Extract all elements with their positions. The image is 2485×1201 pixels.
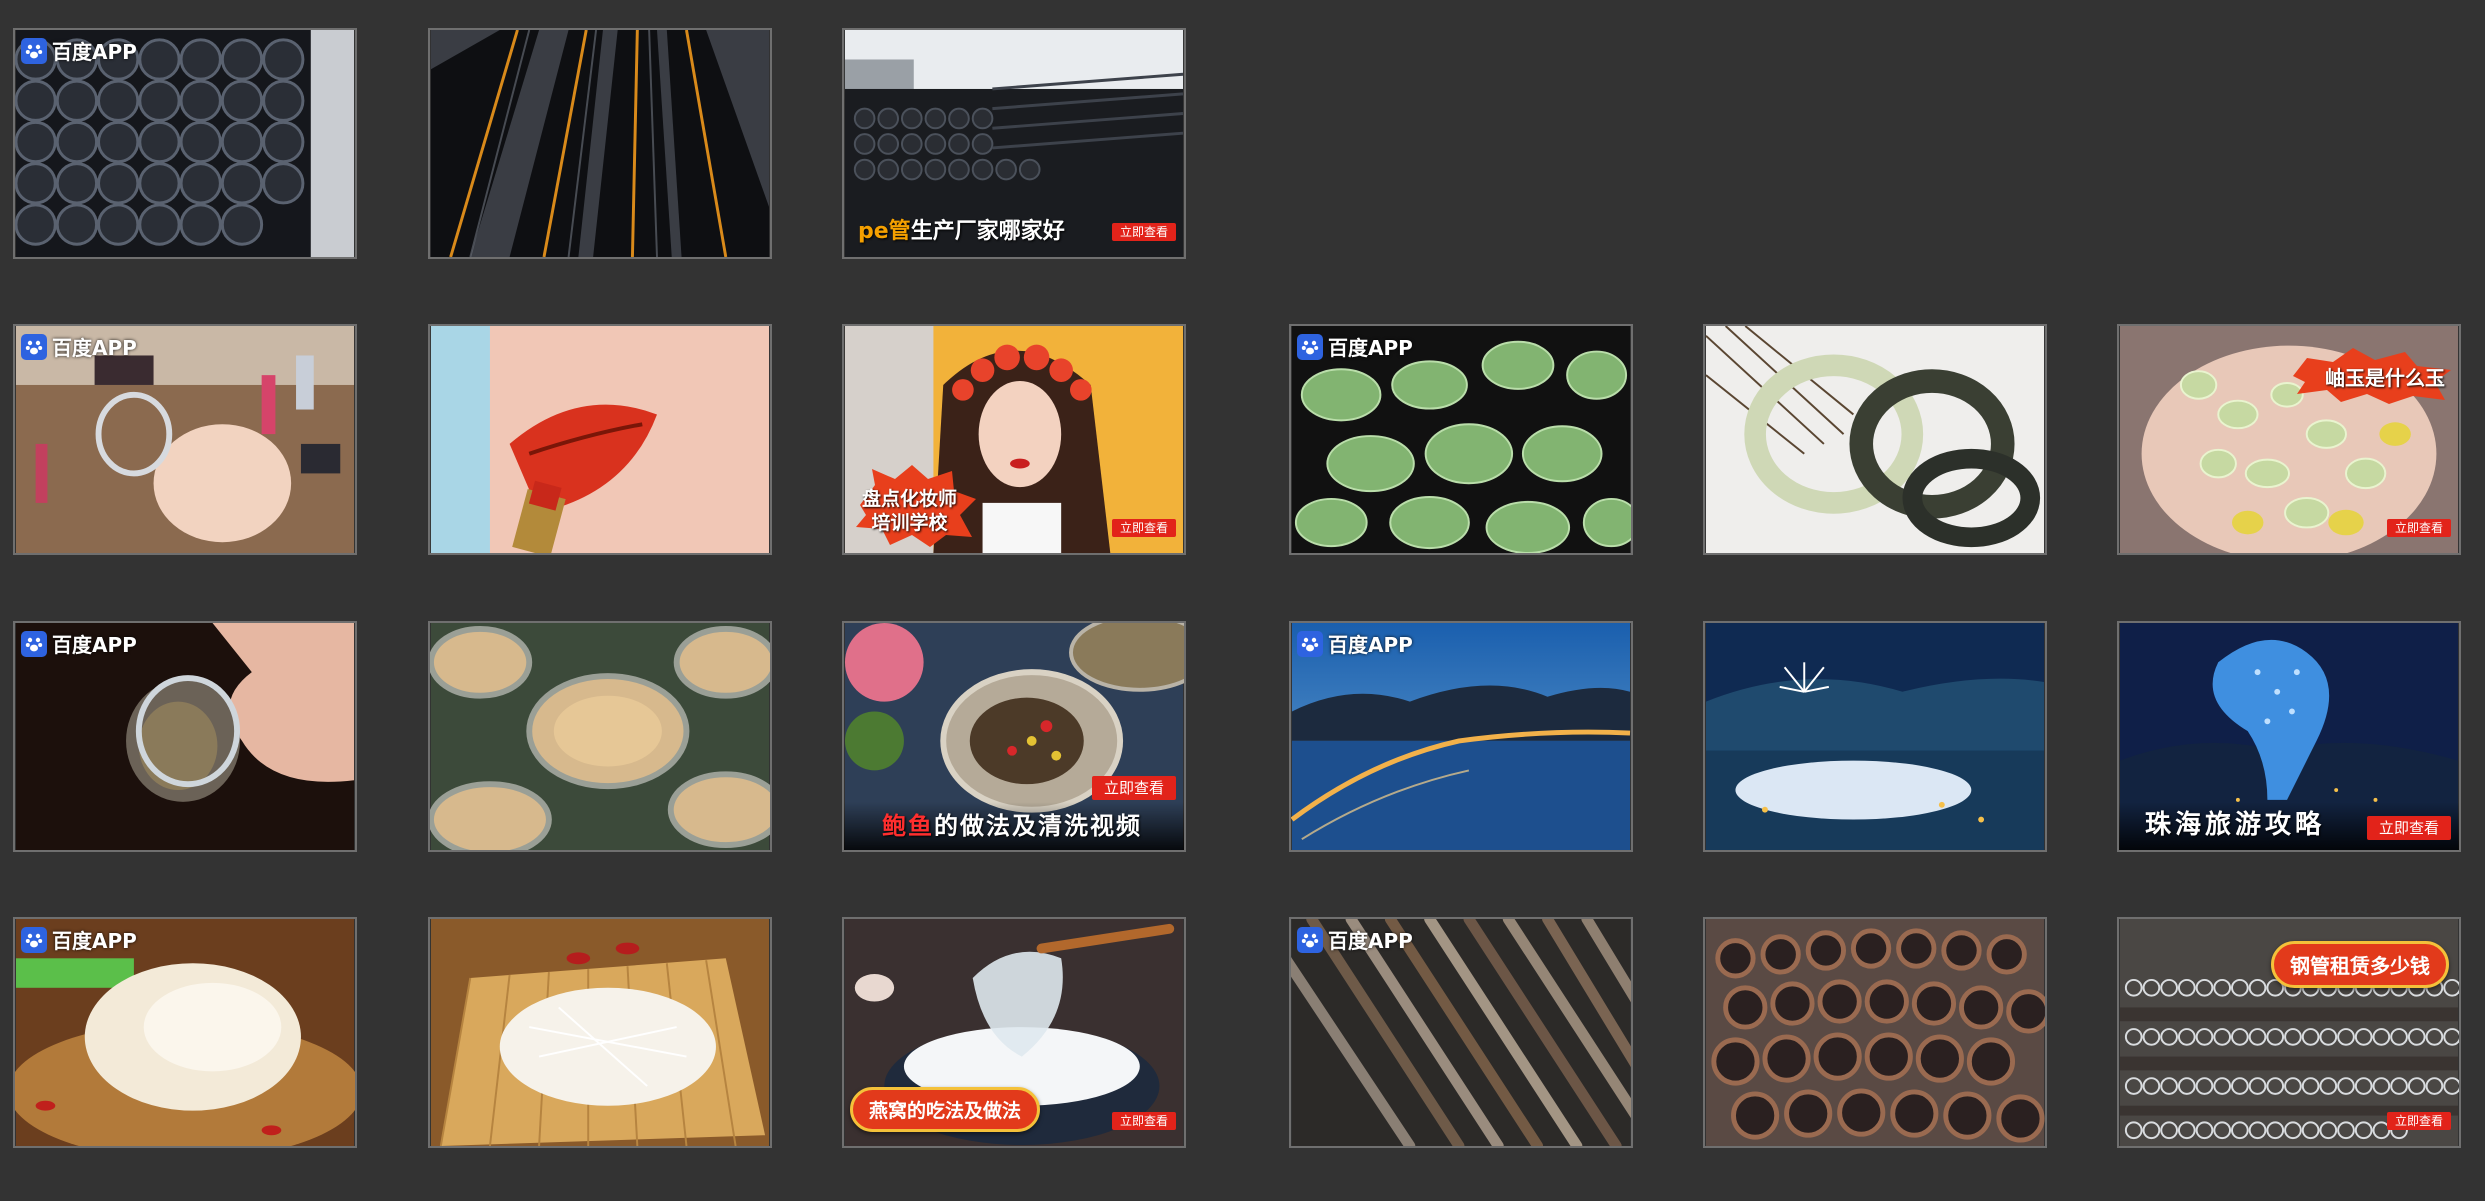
view-now-button[interactable]: 立即查看: [1111, 223, 1176, 241]
baidu-app-badge: 百度APP: [21, 36, 137, 65]
image-card-pe-pipes-2[interactable]: [428, 28, 772, 259]
image-card-birdnest-2[interactable]: [428, 917, 772, 1148]
image-card-birdnest-ad[interactable]: 燕窝的吃法及做法 立即查看: [842, 917, 1186, 1148]
baidu-app-badge: 百度APP: [1297, 629, 1413, 658]
birdnest-caption: 燕窝的吃法及做法: [850, 1087, 1041, 1132]
image-card-steel-pipes-ad[interactable]: 钢管租赁多少钱 立即查看: [2117, 917, 2461, 1148]
image-card-abalone-ad[interactable]: 立即查看 鲍鱼的做法及清洗视频: [842, 621, 1186, 852]
image-card-jade-2[interactable]: [1703, 324, 2047, 555]
baidu-paw-icon: [1297, 630, 1323, 657]
jade-caption: 岫玉是什么玉: [2325, 366, 2445, 390]
image-card-zhuhai-ad[interactable]: 珠海旅游攻略 立即查看: [2117, 621, 2461, 852]
baidu-app-label: 百度APP: [52, 336, 137, 360]
image-card-makeup-1[interactable]: 百度APP: [13, 324, 357, 555]
jade-bangle-image: [1705, 326, 2045, 553]
zhuhai-travel-caption: 珠海旅游攻略: [2145, 810, 2326, 840]
view-now-button[interactable]: 立即查看: [2386, 519, 2451, 537]
image-card-jade-ad[interactable]: 岫玉是什么玉 立即查看: [2117, 324, 2461, 555]
baidu-paw-icon: [21, 630, 47, 657]
image-card-zhuhai-1[interactable]: 百度APP: [1289, 621, 1633, 852]
image-card-birdnest-1[interactable]: 百度APP: [13, 917, 357, 1148]
lipstick-image: [430, 326, 770, 553]
image-card-zhuhai-2[interactable]: [1703, 621, 2047, 852]
baidu-paw-icon: [1297, 333, 1323, 360]
view-now-button[interactable]: 立即查看: [2386, 1112, 2451, 1130]
baidu-paw-icon: [21, 37, 47, 64]
makeup-caption-line1: 盘点化妆师: [862, 488, 958, 510]
view-now-button[interactable]: 立即查看: [1091, 776, 1176, 800]
image-card-abalone-2[interactable]: [428, 621, 772, 852]
pe-pipes-image: [430, 30, 770, 257]
pe-pipe-caption: pe管生产厂家哪家好: [858, 213, 1065, 245]
baidu-app-label: 百度APP: [52, 929, 137, 953]
baidu-paw-icon: [21, 333, 47, 360]
image-card-pe-pipes-1[interactable]: 百度APP: [13, 28, 357, 259]
steel-pipes-stack-image: [1705, 919, 2045, 1146]
image-card-makeup-ad[interactable]: 盘点化妆师 培训学校 立即查看: [842, 324, 1186, 555]
baidu-app-badge: 百度APP: [21, 332, 137, 361]
baidu-paw-icon: [21, 926, 47, 953]
baidu-app-badge: 百度APP: [21, 925, 137, 954]
makeup-school-caption: 盘点化妆师 培训学校: [862, 487, 957, 535]
pe-caption-text: 生产厂家哪家好: [910, 219, 1065, 244]
abalone-caption-highlight: 鲍鱼: [882, 812, 934, 840]
baidu-app-label: 百度APP: [52, 633, 137, 657]
pe-caption-highlight: pe: [858, 219, 889, 244]
baidu-app-badge: 百度APP: [1297, 332, 1413, 361]
baidu-app-label: 百度APP: [1328, 633, 1413, 657]
abalone-caption: 鲍鱼的做法及清洗视频: [882, 806, 1142, 841]
image-card-jade-1[interactable]: 百度APP: [1289, 324, 1633, 555]
abalone-platter-image: [430, 623, 770, 850]
makeup-caption-line2: 培训学校: [871, 512, 948, 534]
view-now-button[interactable]: 立即查看: [1111, 519, 1176, 537]
pe-caption-highlight-2: 管: [888, 219, 911, 244]
baidu-app-label: 百度APP: [1328, 336, 1413, 360]
image-card-pe-pipes-ad[interactable]: pe管生产厂家哪家好 立即查看: [842, 28, 1186, 259]
view-now-button[interactable]: 立即查看: [1111, 1112, 1176, 1130]
baidu-app-label: 百度APP: [1328, 929, 1413, 953]
baidu-app-label: 百度APP: [52, 40, 137, 64]
image-card-steel-pipes-2[interactable]: [1703, 917, 2047, 1148]
ocean-park-night-image: [1705, 623, 2045, 850]
baidu-app-badge: 百度APP: [21, 629, 137, 658]
view-now-button[interactable]: 立即查看: [2366, 816, 2451, 840]
abalone-caption-text: 的做法及清洗视频: [934, 812, 1142, 840]
image-card-makeup-2[interactable]: [428, 324, 772, 555]
bird-nest-tray-image: [430, 919, 770, 1146]
baidu-app-badge: 百度APP: [1297, 925, 1413, 954]
image-card-steel-pipes-1[interactable]: 百度APP: [1289, 917, 1633, 1148]
baidu-paw-icon: [1297, 926, 1323, 953]
steel-pipe-rental-caption: 钢管租赁多少钱: [2271, 941, 2449, 988]
image-card-abalone-1[interactable]: 百度APP: [13, 621, 357, 852]
